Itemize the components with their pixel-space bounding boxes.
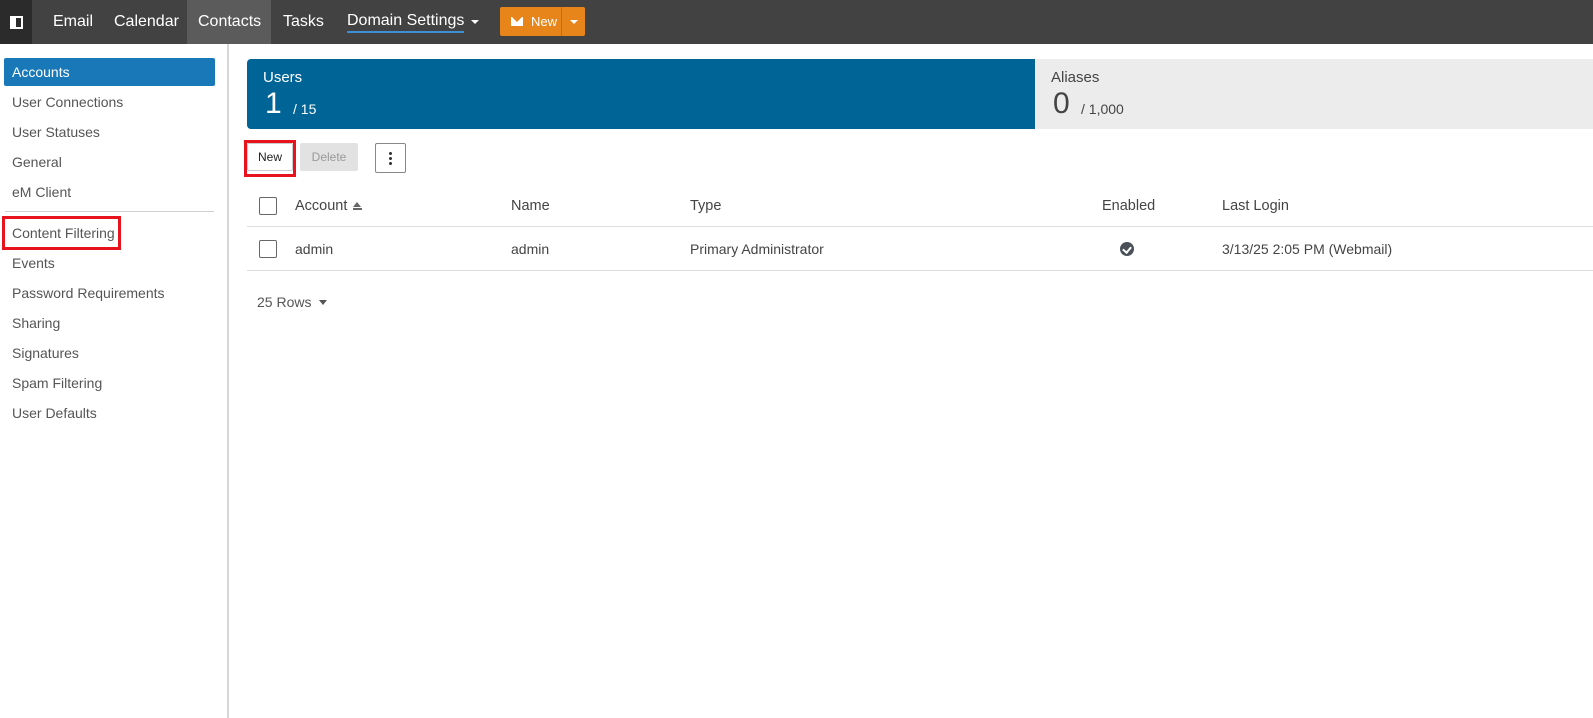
sidebar-item-spam-filtering[interactable]: Spam Filtering	[4, 369, 215, 397]
sidebar-item-label: Spam Filtering	[12, 375, 103, 391]
sidebar-item-user-statuses[interactable]: User Statuses	[4, 118, 215, 146]
sort-ascending-icon	[353, 202, 363, 210]
sidebar-item-label: Events	[12, 255, 55, 271]
select-all-checkbox[interactable]	[259, 186, 277, 226]
nav-tab-label: Calendar	[114, 13, 179, 30]
sidebar-toggle-icon[interactable]	[0, 0, 32, 44]
chevron-down-icon	[471, 20, 480, 24]
sidebar-item-label: General	[12, 154, 62, 170]
column-header-account[interactable]: Account	[295, 186, 363, 226]
highlight-frame	[244, 140, 296, 177]
rows-per-page-label: 25 Rows	[257, 294, 312, 310]
nav-tab-label: Contacts	[198, 13, 262, 30]
nav-tab-label: Email	[53, 13, 94, 30]
nav-tab-label: Tasks	[283, 13, 324, 30]
stat-limit: / 1,000	[1081, 101, 1124, 117]
new-email-button[interactable]: New	[500, 7, 562, 36]
sidebar-item-label: User Connections	[12, 94, 124, 110]
nav-tab-contacts[interactable]: Contacts	[187, 0, 271, 44]
column-header-enabled[interactable]: Enabled	[1102, 186, 1155, 226]
sidebar-item-label: Accounts	[12, 64, 70, 80]
sidebar-item-user-defaults[interactable]: User Defaults	[4, 399, 215, 427]
sidebar-item-label: Password Requirements	[12, 285, 165, 301]
users-stat-card[interactable]: Users 1 / 15	[247, 59, 1035, 129]
column-header-type[interactable]: Type	[690, 186, 721, 226]
sidebar-item-label: Signatures	[12, 345, 79, 361]
enabled-check-icon	[1120, 227, 1134, 270]
chevron-down-icon	[319, 299, 328, 305]
stat-title: Aliases	[1051, 69, 1100, 86]
sidebar-item-label: Content Filtering	[12, 225, 115, 241]
cell-name: admin	[511, 240, 550, 257]
nav-tab-domain-settings[interactable]: Domain Settings	[336, 0, 490, 44]
sidebar-item-em-client[interactable]: eM Client	[4, 178, 215, 206]
column-label: Name	[511, 198, 550, 214]
cell-account: admin	[295, 240, 334, 257]
sidebar-item-sharing[interactable]: Sharing	[4, 309, 215, 337]
top-nav-bar: Email Calendar Contacts Tasks Domain Set…	[0, 0, 1593, 44]
column-header-name[interactable]: Name	[511, 186, 550, 226]
stat-limit: / 15	[293, 101, 317, 117]
sidebar-item-content-filtering[interactable]: Content Filtering	[2, 216, 121, 250]
more-options-icon[interactable]	[375, 143, 406, 173]
envelope-icon	[511, 17, 523, 26]
chevron-down-icon	[569, 19, 578, 24]
stat-count: 1	[265, 87, 282, 120]
table-row[interactable]: admin admin Primary Administrator 3/13/2…	[247, 227, 1593, 271]
nav-tab-label: Domain Settings	[347, 12, 465, 33]
nav-tab-calendar[interactable]: Calendar	[103, 0, 190, 44]
new-button-label: New	[531, 14, 558, 29]
nav-tab-email[interactable]: Email	[42, 0, 104, 44]
stats-cards: Users 1 / 15 Aliases 0 / 1,000	[247, 59, 1593, 129]
sidebar-item-user-connections[interactable]: User Connections	[4, 88, 215, 116]
row-checkbox[interactable]	[259, 227, 277, 270]
column-label: Last Login	[1222, 198, 1289, 214]
column-label: Type	[690, 198, 722, 214]
column-header-last-login[interactable]: Last Login	[1222, 186, 1289, 226]
sidebar-item-label: User Statuses	[12, 124, 100, 140]
cell-type: Primary Administrator	[690, 240, 824, 257]
sidebar-item-general[interactable]: General	[4, 148, 215, 176]
sidebar-item-events[interactable]: Events	[4, 249, 215, 277]
sidebar-item-label: Sharing	[12, 315, 61, 331]
rows-per-page-select[interactable]: 25 Rows	[257, 292, 328, 312]
delete-button[interactable]: Delete	[300, 143, 358, 171]
sidebar-divider	[5, 211, 214, 212]
new-dropdown-button[interactable]	[562, 7, 585, 36]
table-header: Account Name Type Enabled Last Login	[247, 186, 1593, 227]
stat-title: Users	[263, 69, 303, 86]
column-label: Enabled	[1102, 198, 1156, 214]
sidebar-item-accounts[interactable]: Accounts	[4, 58, 215, 86]
nav-tab-tasks[interactable]: Tasks	[272, 0, 335, 44]
settings-sidebar: Accounts User Connections User Statuses …	[0, 44, 229, 718]
stat-count: 0	[1053, 87, 1070, 120]
column-label: Account	[295, 198, 348, 214]
sidebar-item-signatures[interactable]: Signatures	[4, 339, 215, 367]
new-item-split-button: New	[500, 7, 585, 36]
cell-last-login: 3/13/25 2:05 PM (Webmail)	[1222, 240, 1393, 257]
sidebar-item-password-requirements[interactable]: Password Requirements	[4, 279, 215, 307]
sidebar-item-label: User Defaults	[12, 405, 97, 421]
sidebar-item-label: eM Client	[12, 184, 72, 200]
aliases-stat-card[interactable]: Aliases 0 / 1,000	[1035, 59, 1593, 129]
